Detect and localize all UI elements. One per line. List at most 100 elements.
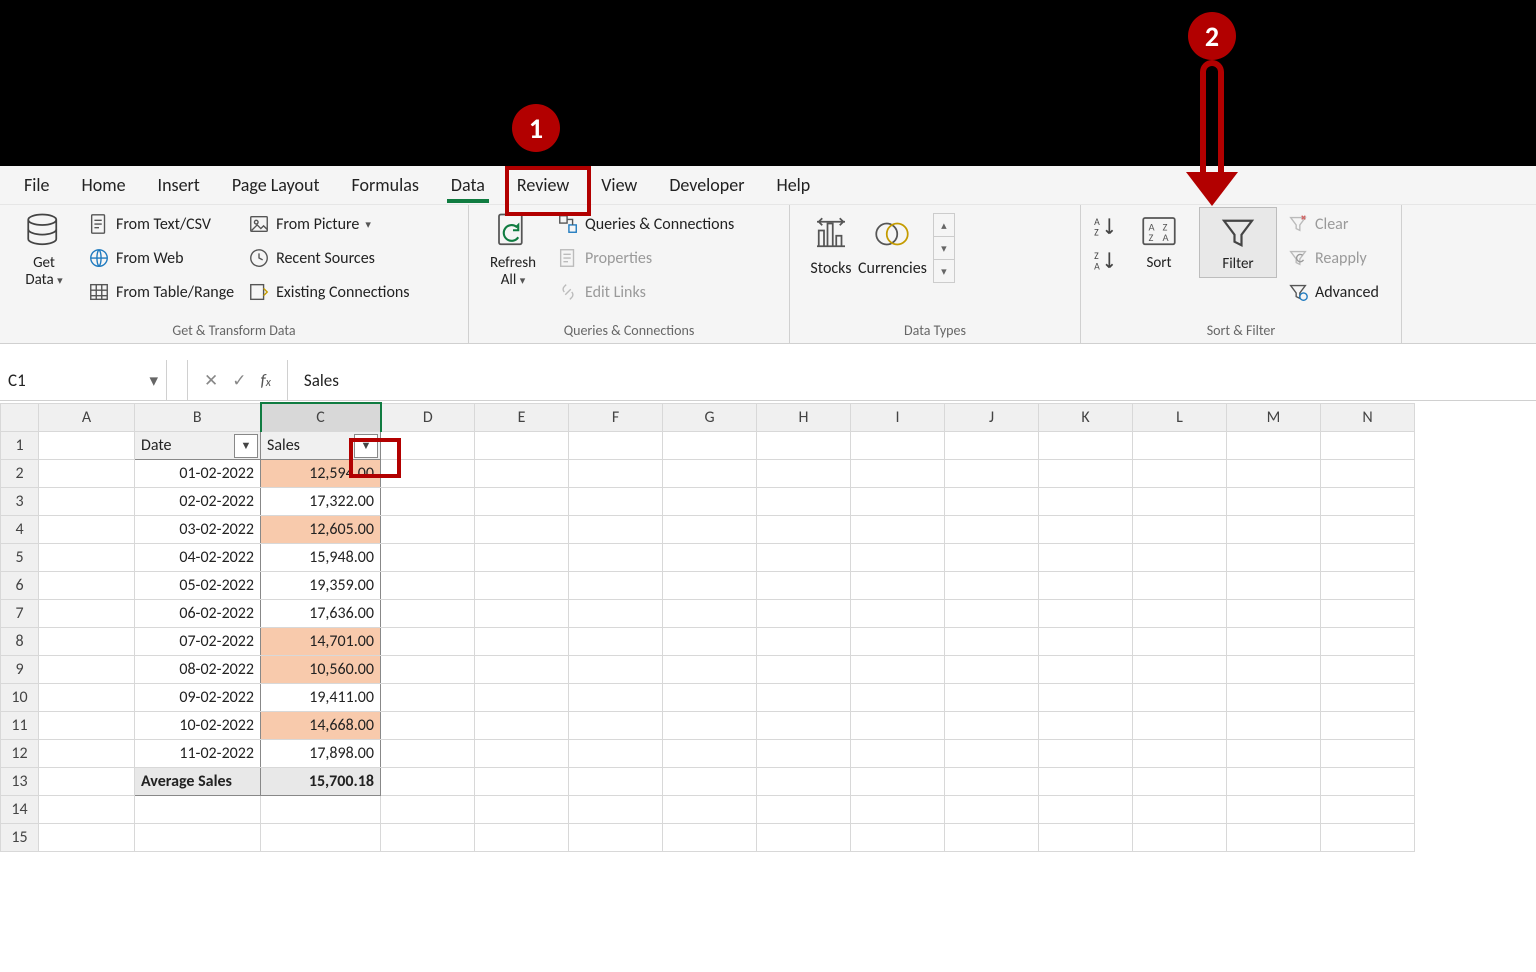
cell-D15[interactable] bbox=[381, 823, 475, 851]
cell-K8[interactable] bbox=[1039, 627, 1133, 655]
cell-K10[interactable] bbox=[1039, 683, 1133, 711]
cell-D4[interactable] bbox=[381, 515, 475, 543]
cell-A2[interactable] bbox=[39, 459, 135, 487]
cell-H2[interactable] bbox=[757, 459, 851, 487]
cell-J9[interactable] bbox=[945, 655, 1039, 683]
sort-asc-button[interactable]: AZ bbox=[1091, 213, 1119, 241]
cell-A9[interactable] bbox=[39, 655, 135, 683]
cell-H13[interactable] bbox=[757, 767, 851, 795]
cell-B6[interactable]: 05-02-2022 bbox=[135, 571, 261, 599]
column-header-L[interactable]: L bbox=[1133, 403, 1227, 431]
cell-H8[interactable] bbox=[757, 627, 851, 655]
cell-E13[interactable] bbox=[475, 767, 569, 795]
cell-F6[interactable] bbox=[569, 571, 663, 599]
cell-F13[interactable] bbox=[569, 767, 663, 795]
tab-home[interactable]: Home bbox=[66, 168, 142, 202]
cell-K11[interactable] bbox=[1039, 711, 1133, 739]
cell-L9[interactable] bbox=[1133, 655, 1227, 683]
row-header-6[interactable]: 6 bbox=[1, 571, 39, 599]
cell-L15[interactable] bbox=[1133, 823, 1227, 851]
cell-A6[interactable] bbox=[39, 571, 135, 599]
cell-C1[interactable]: Sales▼ bbox=[261, 431, 381, 459]
cell-L14[interactable] bbox=[1133, 795, 1227, 823]
cell-A7[interactable] bbox=[39, 599, 135, 627]
cell-F8[interactable] bbox=[569, 627, 663, 655]
cell-G13[interactable] bbox=[663, 767, 757, 795]
cell-D3[interactable] bbox=[381, 487, 475, 515]
tab-page-layout[interactable]: Page Layout bbox=[216, 168, 336, 202]
reapply-filter-button[interactable]: Reapply bbox=[1283, 241, 1383, 275]
cell-J14[interactable] bbox=[945, 795, 1039, 823]
cell-A4[interactable] bbox=[39, 515, 135, 543]
row-header-8[interactable]: 8 bbox=[1, 627, 39, 655]
cell-A3[interactable] bbox=[39, 487, 135, 515]
cell-F3[interactable] bbox=[569, 487, 663, 515]
cell-J10[interactable] bbox=[945, 683, 1039, 711]
cell-N8[interactable] bbox=[1321, 627, 1415, 655]
row-header-1[interactable]: 1 bbox=[1, 431, 39, 459]
cell-D14[interactable] bbox=[381, 795, 475, 823]
cell-G10[interactable] bbox=[663, 683, 757, 711]
cell-E14[interactable] bbox=[475, 795, 569, 823]
scroll-up-icon[interactable]: ▴ bbox=[934, 214, 954, 237]
cell-I3[interactable] bbox=[851, 487, 945, 515]
cell-I7[interactable] bbox=[851, 599, 945, 627]
cell-E3[interactable] bbox=[475, 487, 569, 515]
cell-H4[interactable] bbox=[757, 515, 851, 543]
cell-C2[interactable]: 12,594.00 bbox=[261, 459, 381, 487]
cell-C8[interactable]: 14,701.00 bbox=[261, 627, 381, 655]
cell-B10[interactable]: 09-02-2022 bbox=[135, 683, 261, 711]
column-header-C[interactable]: C bbox=[261, 403, 381, 431]
cell-J4[interactable] bbox=[945, 515, 1039, 543]
cell-B14[interactable] bbox=[135, 795, 261, 823]
cell-C15[interactable] bbox=[261, 823, 381, 851]
row-header-12[interactable]: 12 bbox=[1, 739, 39, 767]
cell-N6[interactable] bbox=[1321, 571, 1415, 599]
column-header-I[interactable]: I bbox=[851, 403, 945, 431]
cell-N11[interactable] bbox=[1321, 711, 1415, 739]
cell-L1[interactable] bbox=[1133, 431, 1227, 459]
cell-N4[interactable] bbox=[1321, 515, 1415, 543]
cell-M8[interactable] bbox=[1227, 627, 1321, 655]
scroll-down-icon[interactable]: ▾ bbox=[934, 237, 954, 260]
cell-B4[interactable]: 03-02-2022 bbox=[135, 515, 261, 543]
cell-K5[interactable] bbox=[1039, 543, 1133, 571]
cell-E6[interactable] bbox=[475, 571, 569, 599]
cell-J6[interactable] bbox=[945, 571, 1039, 599]
from-text-csv-button[interactable]: From Text/CSV bbox=[84, 207, 238, 241]
cell-F9[interactable] bbox=[569, 655, 663, 683]
cell-D7[interactable] bbox=[381, 599, 475, 627]
tab-file[interactable]: File bbox=[8, 168, 66, 202]
cell-M1[interactable] bbox=[1227, 431, 1321, 459]
cell-E5[interactable] bbox=[475, 543, 569, 571]
cell-C14[interactable] bbox=[261, 795, 381, 823]
row-header-14[interactable]: 14 bbox=[1, 795, 39, 823]
cell-D12[interactable] bbox=[381, 739, 475, 767]
cell-K15[interactable] bbox=[1039, 823, 1133, 851]
cell-L5[interactable] bbox=[1133, 543, 1227, 571]
cell-D5[interactable] bbox=[381, 543, 475, 571]
sort-desc-button[interactable]: ZA bbox=[1091, 247, 1119, 275]
cell-L3[interactable] bbox=[1133, 487, 1227, 515]
cell-M12[interactable] bbox=[1227, 739, 1321, 767]
cell-A13[interactable] bbox=[39, 767, 135, 795]
cell-L4[interactable] bbox=[1133, 515, 1227, 543]
cell-F15[interactable] bbox=[569, 823, 663, 851]
cell-H9[interactable] bbox=[757, 655, 851, 683]
cell-B8[interactable]: 07-02-2022 bbox=[135, 627, 261, 655]
scroll-more-icon[interactable]: ▾ bbox=[934, 260, 954, 282]
row-header-11[interactable]: 11 bbox=[1, 711, 39, 739]
cell-B5[interactable]: 04-02-2022 bbox=[135, 543, 261, 571]
select-all-cell[interactable] bbox=[1, 403, 39, 431]
cell-D2[interactable] bbox=[381, 459, 475, 487]
cell-L11[interactable] bbox=[1133, 711, 1227, 739]
cell-J11[interactable] bbox=[945, 711, 1039, 739]
get-data-button[interactable]: Get Data ▾ bbox=[10, 207, 78, 292]
cell-J8[interactable] bbox=[945, 627, 1039, 655]
cell-G11[interactable] bbox=[663, 711, 757, 739]
cell-D11[interactable] bbox=[381, 711, 475, 739]
cell-H12[interactable] bbox=[757, 739, 851, 767]
column-header-M[interactable]: M bbox=[1227, 403, 1321, 431]
cell-M4[interactable] bbox=[1227, 515, 1321, 543]
cell-M5[interactable] bbox=[1227, 543, 1321, 571]
